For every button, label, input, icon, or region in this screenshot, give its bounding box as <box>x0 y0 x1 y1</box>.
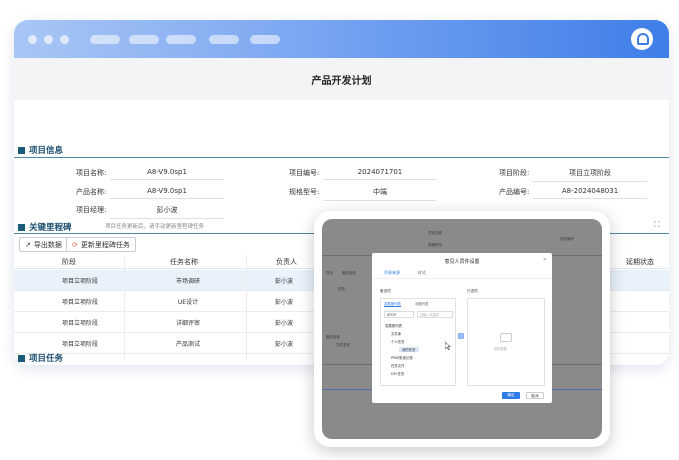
tab-placeholder <box>166 35 196 44</box>
milestones-heading-text: 关键里程碑 <box>29 223 72 233</box>
spec-model-label: 规格型号: <box>289 188 320 196</box>
window-topbar <box>14 20 669 58</box>
candidates-label: 备选项 <box>380 289 391 293</box>
section-divider <box>14 157 669 158</box>
mouse-cursor-icon <box>445 342 451 350</box>
bg-label: 删除全部 <box>342 271 356 275</box>
update-milestones-button[interactable]: ⟳ 更新里程碑任务 <box>66 237 136 252</box>
empty-text: 暂无数据 <box>494 347 507 351</box>
column-divider <box>124 255 125 361</box>
tab-placeholder <box>129 35 159 44</box>
bg-label: 项目名称 <box>428 231 442 235</box>
product-name-label: 产品名称: <box>76 188 107 196</box>
row-owner: 彭小波 <box>274 320 293 327</box>
tree-node[interactable]: 任务文件 <box>391 363 405 368</box>
project-stage-label: 项目阶段: <box>499 169 530 177</box>
product-number-label: 产品编号: <box>499 188 530 196</box>
column-delay-status: 延期状态 <box>626 258 654 266</box>
zoom-inset-screen: 项目名称 规格型号 项目编号 导出 删除全部 任务 删除全部 文件名称 意见人员… <box>322 219 602 439</box>
section-marker-icon <box>18 146 25 154</box>
user-avatar-icon[interactable] <box>631 28 653 50</box>
selected-panel: 暂无数据 <box>467 298 545 386</box>
column-stage: 阶段 <box>62 258 76 266</box>
page-title-bar: 产品开发计划 <box>14 58 669 100</box>
tree-node-selected[interactable]: 我的任务 <box>399 347 419 352</box>
row-stage: 项目立项阶段 <box>61 341 98 348</box>
tab-placeholder <box>250 35 280 44</box>
column-owner: 负责人 <box>276 258 297 266</box>
selected-label: 已选项 <box>467 289 478 293</box>
project-manager-value: 彭小波 <box>110 205 224 219</box>
export-icon: ↗ <box>25 240 31 249</box>
project-number-label: 项目编号: <box>289 169 320 177</box>
dialog-title: 意见人员件设置 <box>444 259 480 265</box>
row-task: 详细评审 <box>175 320 200 327</box>
project-stage-value: 项目立项阶段 <box>533 168 647 182</box>
row-owner: 彭小波 <box>274 299 293 306</box>
tree-node[interactable]: PPAP批准记录 <box>391 355 413 360</box>
page-title: 产品开发计划 <box>311 75 372 87</box>
refresh-icon: ⟳ <box>72 240 78 249</box>
close-icon[interactable]: ✕ <box>543 257 547 263</box>
section-marker-icon <box>18 223 25 231</box>
tree-node[interactable]: 个人任务 <box>391 339 405 344</box>
row-owner: 彭小波 <box>274 278 293 285</box>
tab-dev-list[interactable]: 发展报列表 <box>384 301 401 307</box>
row-stage: 项目立项阶段 <box>61 320 98 327</box>
update-milestones-label: 更新里程碑任务 <box>80 240 130 249</box>
bg-label: 删除全部 <box>326 335 340 339</box>
project-info-heading: 项目信息 <box>18 144 63 156</box>
spec-model-value: 中端 <box>323 187 437 201</box>
field-settings-dialog: 意见人员件设置 ✕ 列表来源 样式 备选项 已选项 发展报列表 流程列表 ATG… <box>372 253 552 403</box>
project-tasks-heading: 项目任务 <box>18 352 63 364</box>
column-task-name: 任务名称 <box>170 258 198 266</box>
row-stage: 项目立项阶段 <box>61 299 98 306</box>
row-task: UE设计 <box>177 299 199 306</box>
window-dot-icon <box>60 35 69 44</box>
column-divider <box>246 255 247 361</box>
project-name-value: A8-V9.0sp1 <box>110 168 224 180</box>
tree-node[interactable]: DFL任务 <box>391 371 404 376</box>
bg-label: 项目编号 <box>560 237 574 241</box>
export-data-button[interactable]: ↗ 导出数据 <box>19 237 68 252</box>
row-owner: 彭小波 <box>274 341 293 348</box>
project-tasks-heading-text: 项目任务 <box>29 354 64 364</box>
row-stage: 项目立项阶段 <box>61 278 98 285</box>
bg-label: 任务 <box>338 287 345 291</box>
tab-placeholder <box>90 35 120 44</box>
tab-placeholder <box>209 35 239 44</box>
tab-flow-list[interactable]: 流程列表 <box>415 301 429 306</box>
bg-label: 导出 <box>326 271 333 275</box>
window-dot-icon <box>44 35 53 44</box>
window-dot-icon <box>28 35 37 44</box>
search-input[interactable]: 请输入关键字 <box>417 311 453 318</box>
milestones-heading: 关键里程碑 <box>18 221 72 233</box>
project-manager-label: 项目经理: <box>76 206 107 214</box>
row-task: 市场调研 <box>175 278 200 285</box>
empty-box-icon <box>500 333 512 342</box>
project-number-value: 2024071701 <box>323 168 437 180</box>
transfer-right-button[interactable]: › <box>458 333 464 339</box>
bg-label: 规格型号 <box>428 243 442 247</box>
milestones-hint: 项目任务更新后，请手动更新里程碑任务 <box>105 224 205 230</box>
product-number-value: A8-2024048031 <box>533 187 647 199</box>
product-name-value: A8-V9.0sp1 <box>110 187 224 199</box>
section-marker-icon <box>18 354 25 362</box>
tree-node[interactable]: 文件库 <box>391 331 401 336</box>
project-info-heading-text: 项目信息 <box>29 146 64 156</box>
bg-label: 文件名称 <box>336 343 350 347</box>
ok-button[interactable]: 确定 <box>502 392 520 399</box>
expand-icon[interactable]: ⛶ <box>654 220 671 230</box>
project-name-label: 项目名称: <box>76 169 107 177</box>
zoom-inset: 项目名称 规格型号 项目编号 导出 删除全部 任务 删除全部 文件名称 意见人员… <box>314 211 610 447</box>
scope-select[interactable]: ATGP <box>384 311 414 318</box>
cancel-button[interactable]: 取消 <box>526 392 544 399</box>
tab-style[interactable]: 样式 <box>418 270 426 276</box>
export-data-label: 导出数据 <box>33 240 62 249</box>
row-task: 产品测试 <box>175 341 200 348</box>
tab-divider <box>372 278 552 279</box>
tree-node[interactable]: 发展报列表 <box>385 323 402 328</box>
